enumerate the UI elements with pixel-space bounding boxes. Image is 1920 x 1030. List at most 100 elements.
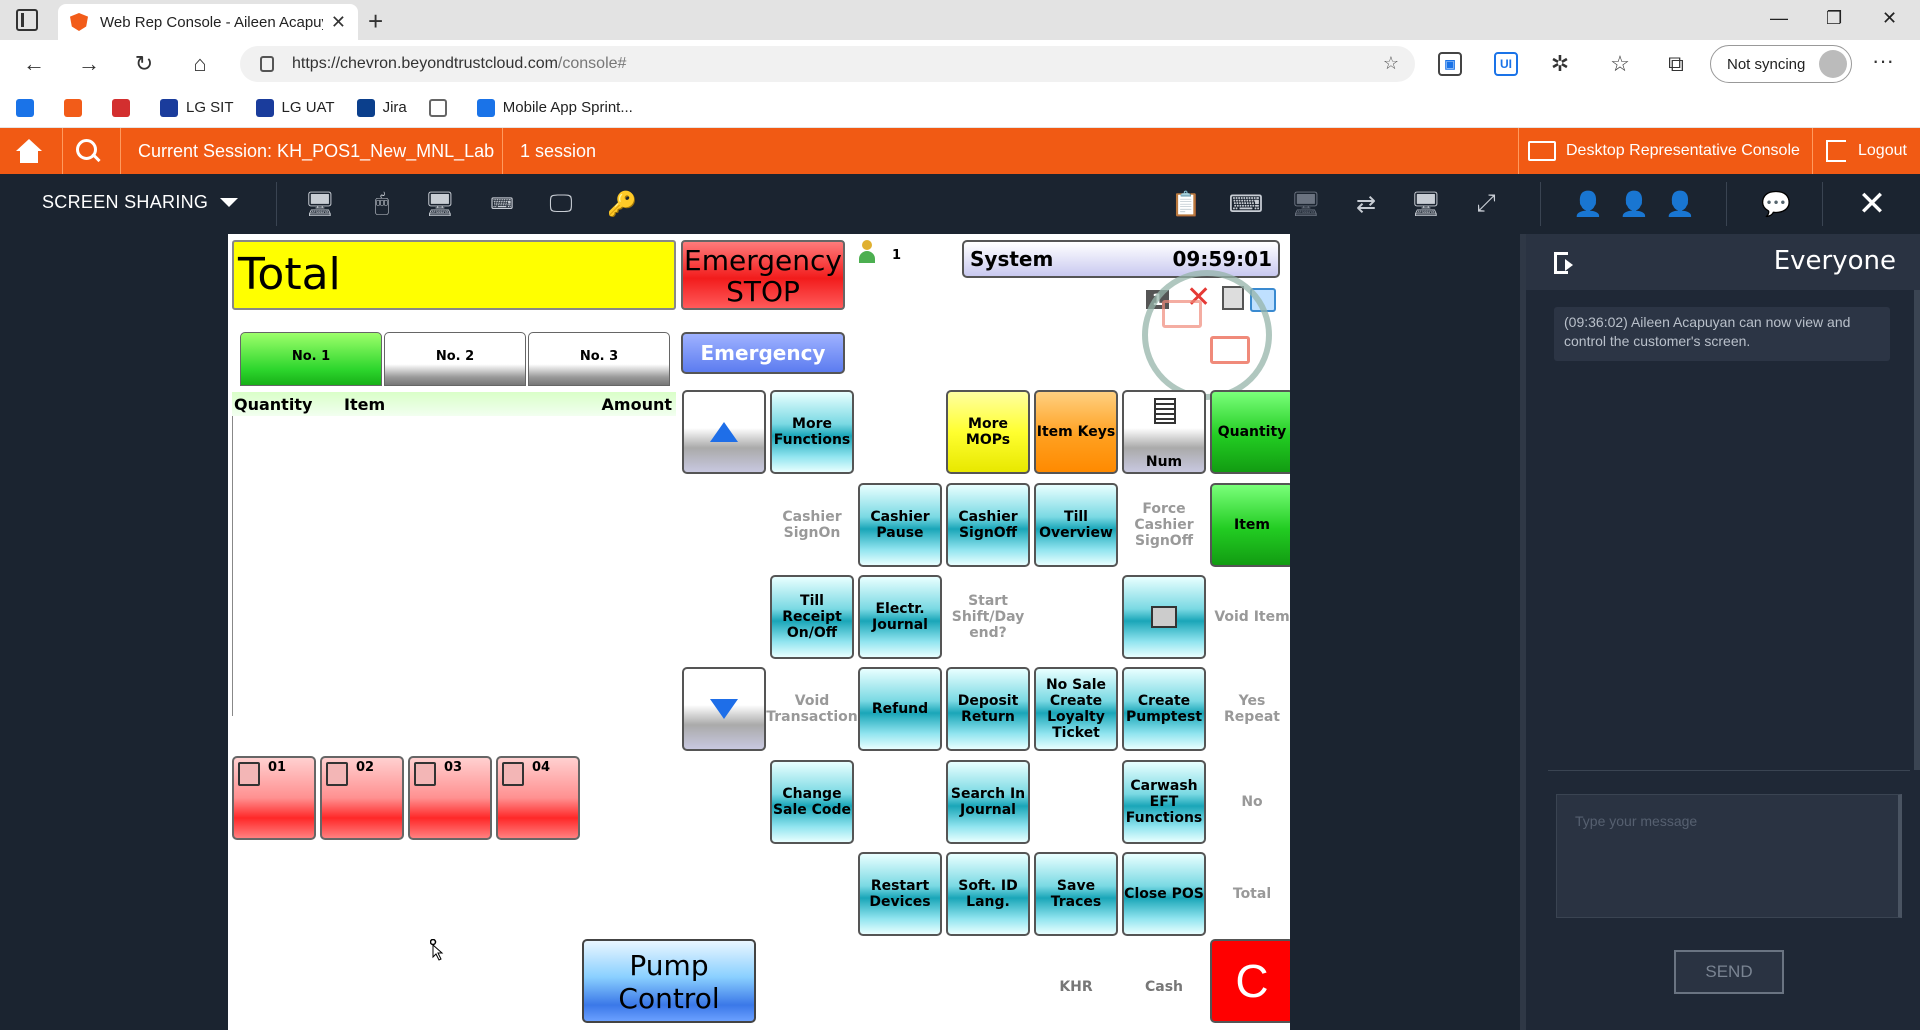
cashier-signoff-button[interactable]: Cashier SignOff bbox=[946, 483, 1030, 567]
profile-sync-button[interactable]: Not syncing bbox=[1710, 45, 1852, 83]
screen-size-icon[interactable]: ⇄ bbox=[1346, 188, 1386, 220]
monitor-refresh-icon[interactable]: 🖥 bbox=[420, 188, 460, 220]
bookmark-item[interactable] bbox=[112, 98, 138, 117]
favorites-icon[interactable]: ☆ bbox=[1606, 50, 1634, 78]
view-screen-icon[interactable]: 🖥 bbox=[300, 188, 340, 220]
cashier-pause-button[interactable]: Cashier Pause bbox=[858, 483, 942, 567]
keyboard-icon[interactable]: ⌨ bbox=[1226, 188, 1266, 220]
bookmark-item[interactable]: LG UAT bbox=[255, 98, 335, 117]
refund-button[interactable]: Refund bbox=[858, 667, 942, 751]
void-transaction-button[interactable]: Void Transaction bbox=[766, 667, 858, 751]
close-tab-icon[interactable]: ✕ bbox=[331, 12, 346, 33]
bookmark-item[interactable] bbox=[428, 98, 455, 117]
till-overview-button[interactable]: Till Overview bbox=[1034, 483, 1118, 567]
logout-button[interactable]: Logout bbox=[1826, 128, 1907, 174]
mouse-control-icon[interactable]: 🖱 bbox=[362, 188, 402, 220]
home-button[interactable] bbox=[16, 128, 42, 174]
url-field[interactable]: https://chevron.beyondtrustcloud.com /co… bbox=[240, 46, 1415, 82]
tab-no-1[interactable]: No. 1 bbox=[240, 332, 382, 386]
till-receipt-button[interactable]: Till Receipt On/Off bbox=[770, 575, 854, 659]
item-list[interactable] bbox=[232, 416, 676, 716]
num-button[interactable]: Num bbox=[1122, 390, 1206, 474]
restore-icon[interactable]: ❐ bbox=[1826, 8, 1842, 29]
browser-tab[interactable]: Web Rep Console - Aileen Acapuyan ✕ bbox=[58, 4, 358, 40]
pump-button-02[interactable]: 02 bbox=[320, 756, 404, 840]
user-share-icon[interactable]: 👤 bbox=[1568, 188, 1608, 220]
exit-chat-icon[interactable] bbox=[1554, 252, 1573, 274]
yes-repeat-button[interactable]: Yes Repeat bbox=[1210, 667, 1290, 751]
pump-control-button[interactable]: Pump Control bbox=[582, 939, 756, 1023]
close-pos-button[interactable]: Close POS bbox=[1122, 852, 1206, 936]
reload-icon[interactable]: ↻ bbox=[130, 50, 158, 78]
pump-button-03[interactable]: 03 bbox=[408, 756, 492, 840]
bookmark-item[interactable] bbox=[16, 98, 42, 117]
screen-annotate-icon[interactable]: 🖵 bbox=[541, 188, 581, 220]
no-button[interactable]: No bbox=[1210, 760, 1290, 844]
quantity-button[interactable]: Quantity bbox=[1210, 390, 1290, 474]
soft-id-lang-button[interactable]: Soft. ID Lang. bbox=[946, 852, 1030, 936]
bookmark-item[interactable] bbox=[64, 98, 90, 117]
chat-message-input[interactable]: Type your message bbox=[1556, 794, 1902, 918]
new-tab-icon[interactable]: + bbox=[368, 6, 383, 37]
cashier-signon-button[interactable]: Cashier SignOn bbox=[770, 483, 854, 567]
screen-sharing-menu[interactable]: SCREEN SHARING bbox=[42, 192, 239, 213]
change-sale-code-button[interactable]: Change Sale Code bbox=[770, 760, 854, 844]
pump-button-04[interactable]: 04 bbox=[496, 756, 580, 840]
tab-actions-icon[interactable] bbox=[16, 9, 38, 31]
fullscreen-icon[interactable]: ⤢ bbox=[1466, 188, 1506, 220]
key-icon[interactable]: 🔑 bbox=[602, 188, 642, 220]
more-functions-button[interactable]: More Functions bbox=[770, 390, 854, 474]
emergency-stop-button[interactable]: Emergency STOP bbox=[681, 240, 845, 310]
user-add-icon[interactable]: 👤 bbox=[1614, 188, 1654, 220]
extensions-icon[interactable]: ✲ bbox=[1546, 50, 1574, 78]
save-traces-button[interactable]: Save Traces bbox=[1034, 852, 1118, 936]
more-mops-button[interactable]: More MOPs bbox=[946, 390, 1030, 474]
home-icon[interactable]: ⌂ bbox=[186, 50, 214, 78]
no-sale-loyalty-button[interactable]: No Sale Create Loyalty Ticket bbox=[1034, 667, 1118, 751]
chat-icon[interactable]: 💬 bbox=[1756, 188, 1796, 220]
forward-icon[interactable]: → bbox=[75, 50, 103, 78]
current-session-label[interactable]: Current Session: KH_POS1_New_MNL_Lab bbox=[138, 128, 494, 174]
close-session-icon[interactable]: ✕ bbox=[1852, 185, 1892, 223]
close-window-icon[interactable]: ✕ bbox=[1882, 8, 1897, 29]
back-icon[interactable]: ← bbox=[20, 50, 48, 78]
search-journal-button[interactable]: Search In Journal bbox=[946, 760, 1030, 844]
restart-devices-button[interactable]: Restart Devices bbox=[858, 852, 942, 936]
tab-no-2[interactable]: No. 2 bbox=[384, 332, 526, 386]
send-button[interactable]: SEND bbox=[1674, 950, 1784, 994]
deposit-return-button[interactable]: Deposit Return bbox=[946, 667, 1030, 751]
bookmark-item[interactable]: LG SIT bbox=[160, 98, 234, 117]
total-button[interactable]: Total bbox=[1210, 852, 1290, 936]
create-pumptest-button[interactable]: Create Pumptest bbox=[1122, 667, 1206, 751]
carwash-eft-button[interactable]: Carwash EFT Functions bbox=[1122, 760, 1206, 844]
session-count[interactable]: 1 session bbox=[520, 128, 596, 174]
force-cashier-signoff-button[interactable]: Force Cashier SignOff bbox=[1122, 483, 1206, 567]
clear-button[interactable]: C bbox=[1210, 939, 1290, 1023]
extension-icon[interactable]: ▣ bbox=[1438, 52, 1462, 76]
khr-button[interactable]: KHR bbox=[1034, 945, 1118, 1029]
collections-icon[interactable]: ⧉ bbox=[1662, 50, 1690, 78]
more-menu-icon[interactable]: ··· bbox=[1872, 48, 1894, 74]
multi-monitor-icon[interactable]: 🖥 bbox=[1286, 188, 1326, 220]
bookmark-item[interactable]: Mobile App Sprint... bbox=[476, 98, 633, 117]
electr-journal-button[interactable]: Electr. Journal bbox=[858, 575, 942, 659]
emergency-button[interactable]: Emergency bbox=[681, 332, 845, 374]
desktop-console-link[interactable]: Desktop Representative Console bbox=[1528, 128, 1800, 174]
add-favorite-icon[interactable]: ☆ bbox=[1383, 53, 1399, 74]
bookmark-item[interactable]: Jira bbox=[356, 98, 407, 117]
scroll-up-button[interactable] bbox=[682, 390, 766, 474]
minimize-icon[interactable]: — bbox=[1770, 8, 1788, 29]
void-item-button[interactable]: Void Item bbox=[1210, 575, 1290, 659]
tab-no-3[interactable]: No. 3 bbox=[528, 332, 670, 386]
pump-button-01[interactable]: 01 bbox=[232, 756, 316, 840]
keyboard-abcd-icon[interactable]: ⌨ bbox=[482, 188, 522, 220]
search-button[interactable] bbox=[76, 128, 100, 174]
item-button[interactable]: Item bbox=[1210, 483, 1290, 567]
cash-register-button[interactable] bbox=[1122, 575, 1206, 659]
scroll-down-button[interactable] bbox=[682, 667, 766, 751]
chat-scrollbar[interactable] bbox=[1914, 290, 1920, 770]
user-remove-icon[interactable]: 👤 bbox=[1660, 188, 1700, 220]
display-select-icon[interactable]: 🖥 bbox=[1406, 188, 1446, 220]
clipboard-icon[interactable]: 📋 bbox=[1166, 188, 1206, 220]
remote-pos-screen[interactable]: Total Emergency STOP 1 System 09:59:01 1… bbox=[228, 234, 1290, 1030]
